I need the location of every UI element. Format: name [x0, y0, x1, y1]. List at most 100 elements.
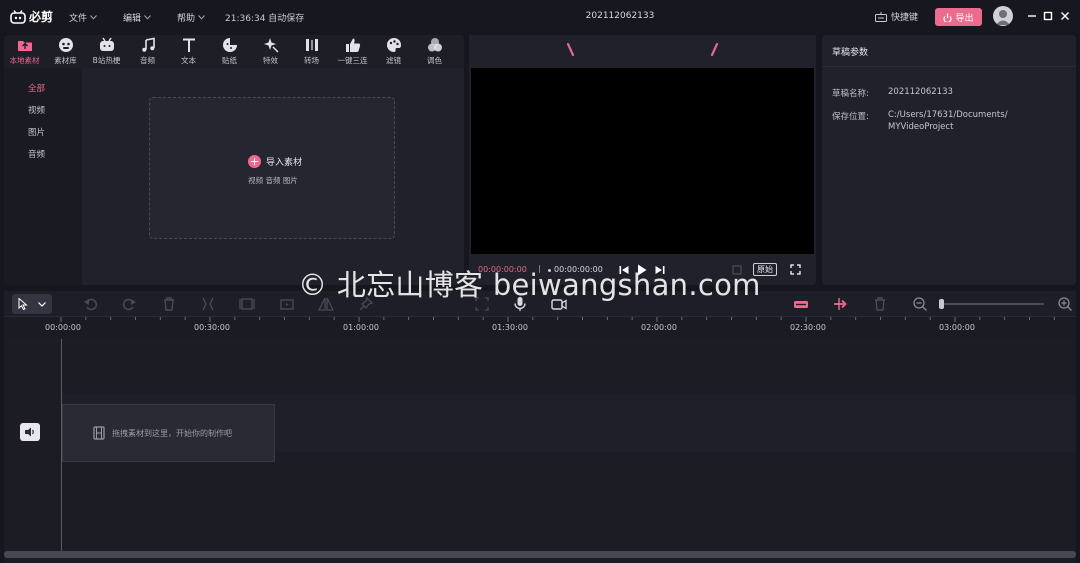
- thumbs-up-icon: [345, 38, 360, 52]
- subtitle-recognize-icon[interactable]: [793, 296, 809, 312]
- tab-local-assets[interactable]: 本地素材: [4, 35, 45, 68]
- keyboard-icon: [875, 11, 887, 22]
- draft-name-value: 202112062133: [888, 87, 953, 97]
- watermark-text: © 北忘山博客 beiwangshan.com: [298, 268, 761, 302]
- tab-label: 贴纸: [222, 56, 237, 65]
- save-path-value-2: MYVideoProject: [888, 122, 954, 132]
- close-icon[interactable]: [1059, 10, 1071, 22]
- tab-triple-like[interactable]: 一键三连: [332, 35, 373, 68]
- tab-label: 调色: [427, 56, 442, 65]
- import-button[interactable]: + 导入素材: [248, 155, 302, 168]
- timeline-scrollbar[interactable]: [4, 551, 1076, 558]
- export-label: 导出: [955, 13, 974, 24]
- zoom-slider-handle[interactable]: [939, 299, 944, 309]
- plus-icon: +: [248, 155, 261, 168]
- tab-label: 一键三连: [337, 56, 368, 65]
- menu-file-label: 文件: [69, 14, 88, 24]
- tick-label: 01:30:00: [492, 323, 528, 332]
- category-image[interactable]: 图片: [28, 126, 45, 138]
- tab-label: 滤镜: [386, 56, 401, 65]
- menu-edit-label: 编辑: [123, 14, 142, 24]
- minimize-icon[interactable]: [1026, 10, 1038, 22]
- zoom-slider-track[interactable]: [940, 303, 1044, 305]
- tab-stickers[interactable]: 贴纸: [209, 35, 250, 68]
- decor-slash-icon: [710, 43, 719, 57]
- tv-logo-icon: [10, 9, 26, 24]
- chevron-down-icon: [38, 302, 46, 307]
- menu-help[interactable]: 帮助: [177, 11, 205, 24]
- media-panel: 本地素材 素材库 B站热梗 音频 文本 贴纸 特效 转场 一键三连 滤镜 调色 …: [4, 35, 464, 285]
- split-icon[interactable]: [200, 296, 216, 312]
- cursor-icon: [18, 298, 28, 310]
- face-icon: [58, 38, 73, 52]
- tick-label: 03:00:00: [939, 323, 975, 332]
- menu-edit[interactable]: 编辑: [123, 11, 151, 24]
- draft-name-label: 草稿名称:: [832, 89, 869, 99]
- time-ruler[interactable]: 00:00:00 00:30:00 01:00:00 01:30:00 02:0…: [4, 317, 1076, 339]
- ruler-ticks: [60, 317, 1055, 322]
- tick-label: 00:00:00: [45, 323, 81, 332]
- save-path-label: 保存位置:: [832, 112, 869, 122]
- preview-canvas[interactable]: [471, 68, 814, 254]
- menu-file[interactable]: 文件: [69, 11, 97, 24]
- import-label: 导入素材: [266, 158, 303, 168]
- title-bar: 必剪 文件 编辑 帮助 21:36:34 自动保存 202112062133 快…: [0, 0, 1080, 34]
- drop-hint-text: 拖拽素材到这里，开始你的制作吧: [112, 428, 232, 438]
- save-path-value-1: C:/Users/17631/Documents/: [888, 110, 1008, 120]
- track-audio-toggle[interactable]: [20, 423, 40, 441]
- asset-category-nav: 全部 视频 图片 音频: [4, 68, 82, 285]
- delete-icon[interactable]: [161, 296, 177, 312]
- category-audio[interactable]: 音频: [28, 148, 45, 160]
- menu-help-label: 帮助: [177, 14, 196, 24]
- export-button[interactable]: 导出: [935, 8, 982, 26]
- tick-label: 00:30:00: [194, 323, 230, 332]
- tab-label: B站热梗: [92, 56, 121, 65]
- tab-color-grading[interactable]: 调色: [414, 35, 455, 68]
- undo-icon[interactable]: [83, 296, 99, 312]
- trash-icon[interactable]: [872, 296, 888, 312]
- crop-frame-icon[interactable]: [279, 296, 295, 312]
- freeze-frame-icon[interactable]: [239, 296, 255, 312]
- select-tool-dropdown[interactable]: [12, 294, 52, 314]
- film-strip-icon: [93, 426, 105, 440]
- maximize-icon[interactable]: [1042, 10, 1054, 22]
- fullscreen-icon[interactable]: [790, 264, 801, 275]
- sticker-icon: [222, 38, 237, 52]
- chevron-down-icon: [144, 15, 151, 20]
- avatar[interactable]: [993, 6, 1013, 26]
- timeline-panel: 00:00:00 00:30:00 01:00:00 01:30:00 02:0…: [4, 291, 1076, 563]
- text-t-icon: [182, 38, 195, 52]
- auto-cut-icon[interactable]: [832, 296, 848, 312]
- shortcut-button[interactable]: 快捷键: [875, 10, 918, 23]
- music-note-icon: [141, 37, 155, 52]
- import-dropzone[interactable]: + 导入素材 视频 音频 图片: [149, 97, 395, 239]
- sparkle-icon: [263, 38, 279, 53]
- playhead[interactable]: [61, 339, 62, 551]
- tab-effects[interactable]: 特效: [250, 35, 291, 68]
- zoom-out-icon[interactable]: [912, 296, 928, 312]
- chevron-down-icon: [90, 15, 97, 20]
- preview-panel: 00:00:00:00 | 00:00:00:00 原始: [469, 35, 816, 285]
- preview-header: [469, 35, 816, 67]
- decor-slash-icon: [566, 43, 575, 57]
- tab-label: 转场: [304, 56, 319, 65]
- redo-icon[interactable]: [121, 296, 137, 312]
- tab-bilibili-memes[interactable]: B站热梗: [86, 35, 127, 68]
- asset-tab-bar: 本地素材 素材库 B站热梗 音频 文本 贴纸 特效 转场 一键三连 滤镜 调色: [4, 35, 464, 68]
- category-video[interactable]: 视频: [28, 104, 45, 116]
- tab-text[interactable]: 文本: [168, 35, 209, 68]
- tab-audio[interactable]: 音频: [127, 35, 168, 68]
- user-icon: [996, 10, 1010, 25]
- tick-label: 02:00:00: [641, 323, 677, 332]
- draft-params-panel: 草稿参数 草稿名称: 202112062133 保存位置: C:/Users/1…: [822, 35, 1076, 285]
- project-title: 202112062133: [585, 11, 655, 21]
- tab-label: 素材库: [54, 56, 77, 65]
- clip-drop-hint[interactable]: 拖拽素材到这里，开始你的制作吧: [62, 404, 275, 462]
- zoom-in-icon[interactable]: [1057, 296, 1073, 312]
- tab-asset-library[interactable]: 素材库: [45, 35, 86, 68]
- params-title: 草稿参数: [822, 35, 1076, 67]
- tab-transitions[interactable]: 转场: [291, 35, 332, 68]
- category-all[interactable]: 全部: [28, 82, 45, 94]
- shortcut-label: 快捷键: [891, 13, 919, 23]
- tab-filters[interactable]: 滤镜: [373, 35, 414, 68]
